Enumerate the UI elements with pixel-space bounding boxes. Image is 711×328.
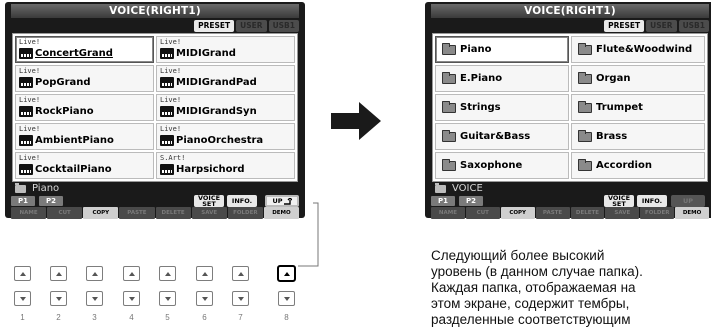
caption-line: Следующий более высокий bbox=[431, 248, 605, 263]
triangle-down-icon bbox=[19, 296, 26, 301]
panel-down-button-8[interactable] bbox=[278, 291, 295, 306]
panel-up-button-4[interactable] bbox=[123, 266, 140, 281]
button-number: 5 bbox=[165, 313, 170, 322]
panel-up-button-2[interactable] bbox=[50, 266, 67, 281]
caption-line: Каждая папка, отображаемая на bbox=[431, 280, 636, 295]
caption-text: Следующий более высокий уровень (в данно… bbox=[431, 248, 711, 328]
button-number: 7 bbox=[238, 313, 243, 322]
panel-down-button-2[interactable] bbox=[50, 291, 67, 306]
triangle-up-icon bbox=[237, 271, 244, 276]
panel-up-button-1[interactable] bbox=[14, 266, 31, 281]
triangle-down-icon bbox=[164, 296, 171, 301]
triangle-down-icon bbox=[55, 296, 62, 301]
panel-down-button-4[interactable] bbox=[123, 291, 140, 306]
panel-down-button-7[interactable] bbox=[232, 291, 249, 306]
panel-down-button-6[interactable] bbox=[196, 291, 213, 306]
caption-line: этом экране, содержит тембры, bbox=[431, 296, 630, 311]
caption-line: разделенные соответствующим bbox=[431, 312, 631, 327]
button-number: 6 bbox=[202, 313, 207, 322]
button-number: 8 bbox=[284, 313, 289, 322]
panel-down-button-3[interactable] bbox=[86, 291, 103, 306]
button-number: 4 bbox=[129, 313, 134, 322]
triangle-down-icon bbox=[91, 296, 98, 301]
panel-up-button-6[interactable] bbox=[196, 266, 213, 281]
triangle-down-icon bbox=[201, 296, 208, 301]
panel-down-button-5[interactable] bbox=[159, 291, 176, 306]
panel-down-button-1[interactable] bbox=[14, 291, 31, 306]
button-number: 3 bbox=[92, 313, 97, 322]
panel-up-button-5[interactable] bbox=[159, 266, 176, 281]
panel-up-button-7[interactable] bbox=[232, 266, 249, 281]
button-number: 1 bbox=[20, 313, 25, 322]
triangle-up-icon bbox=[201, 271, 208, 276]
triangle-up-icon bbox=[19, 271, 26, 276]
triangle-up-icon bbox=[55, 271, 62, 276]
triangle-up-icon bbox=[164, 271, 171, 276]
caption-line: уровень (в данном случае папка). bbox=[431, 264, 643, 279]
triangle-up-icon bbox=[91, 271, 98, 276]
triangle-up-icon bbox=[128, 271, 135, 276]
triangle-down-icon bbox=[237, 296, 244, 301]
triangle-down-icon bbox=[128, 296, 135, 301]
button-number: 2 bbox=[56, 313, 61, 322]
panel-up-button-3[interactable] bbox=[86, 266, 103, 281]
triangle-down-icon bbox=[283, 296, 290, 301]
triangle-up-icon bbox=[283, 271, 290, 276]
panel-up-button-8[interactable] bbox=[277, 265, 296, 282]
